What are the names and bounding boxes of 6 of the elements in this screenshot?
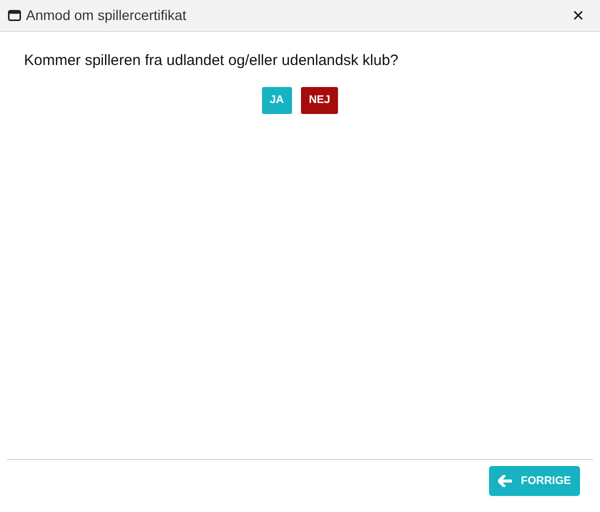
window-title: Anmod om spillercertifikat	[26, 6, 186, 25]
window-icon	[8, 10, 21, 21]
arrow-left-icon	[498, 475, 512, 487]
close-button[interactable]: ×	[572, 6, 584, 26]
question-text: Kommer spilleren fra udlandet og/eller udenlandsk klub?	[24, 51, 400, 71]
answer-button[interactable]: NEJ	[300, 86, 338, 114]
